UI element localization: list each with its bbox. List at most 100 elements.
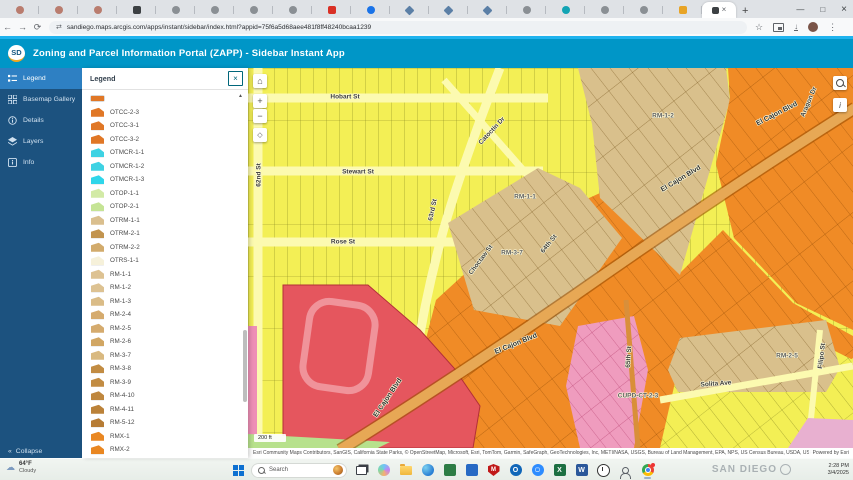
forward-button[interactable]: →: [15, 22, 30, 32]
sidebar-item-layers[interactable]: Layers: [0, 131, 82, 152]
powered-by-esri: Powered by Esri: [809, 448, 853, 458]
copilot-icon: [378, 464, 390, 476]
task-view-button[interactable]: [354, 463, 369, 478]
picture-in-picture-icon[interactable]: [773, 23, 784, 32]
person-app-button[interactable]: [618, 463, 633, 478]
window-close-button[interactable]: ×: [841, 4, 847, 15]
sidebar-item-legend[interactable]: Legend: [0, 68, 82, 89]
app-header: SD Zoning and Parcel Information Portal …: [0, 39, 853, 68]
legend-scrollbar[interactable]: [243, 330, 247, 402]
browser-tab-strip: × + — □ ×: [0, 0, 853, 18]
browser-tab[interactable]: [312, 2, 351, 18]
app-button-blue[interactable]: [464, 463, 479, 478]
sidebar-item-basemap-gallery[interactable]: Basemap Gallery: [0, 89, 82, 110]
legend-swatch: [91, 324, 104, 333]
clock-app-button[interactable]: [596, 463, 611, 478]
notification-badge: [651, 463, 655, 467]
street-label: 62nd St: [256, 163, 263, 186]
taskbar-clock[interactable]: 2:28 PM 3/4/2025: [828, 463, 849, 477]
sidebar-item-info[interactable]: Info: [0, 152, 82, 173]
mcafee-button[interactable]: M: [486, 463, 501, 478]
weather-widget[interactable]: ☁ 64°F Cloudy: [6, 461, 36, 474]
legend-item: OTMCR-1-1: [91, 146, 248, 160]
browser-tab[interactable]: [663, 2, 702, 18]
zoom-button[interactable]: ▢: [530, 463, 545, 478]
legend-swatch: [91, 337, 104, 346]
zone-label: RM-2-5: [776, 353, 798, 360]
browser-tab[interactable]: [585, 2, 624, 18]
browser-tab[interactable]: [351, 2, 390, 18]
sidebar-collapse-button[interactable]: « Collapse: [8, 448, 42, 455]
tab-favicon-icon: [679, 6, 687, 14]
browser-tab[interactable]: [234, 2, 273, 18]
map-search-button[interactable]: [833, 76, 847, 90]
app-button-green[interactable]: [442, 463, 457, 478]
browser-tab[interactable]: [39, 2, 78, 18]
address-bar[interactable]: ⇄ sandiego.maps.arcgis.com/apps/instant/…: [49, 21, 747, 34]
browser-tab[interactable]: [273, 2, 312, 18]
zoom-out-button[interactable]: −: [253, 109, 267, 123]
clock-time: 2:28 PM: [828, 463, 849, 470]
browser-tab[interactable]: [624, 2, 663, 18]
browser-tab[interactable]: [78, 2, 117, 18]
legend-swatch: [91, 351, 104, 360]
start-button[interactable]: [233, 465, 244, 476]
browser-tab[interactable]: [507, 2, 546, 18]
word-button[interactable]: W: [574, 463, 589, 478]
legend-item-list: OTCC-2-3 OTCC-3-1 OTCC-3-2 OTMCR-1-1 OTM…: [82, 92, 248, 458]
zoom-in-button[interactable]: +: [253, 94, 267, 108]
tab-favicon-icon: [405, 5, 415, 15]
window-minimize-button[interactable]: —: [796, 5, 804, 14]
profile-avatar[interactable]: [808, 22, 818, 32]
close-tab-icon[interactable]: ×: [722, 6, 727, 14]
search-highlight-image[interactable]: [333, 465, 343, 475]
browser-menu-icon[interactable]: ⋮: [828, 23, 837, 32]
home-extent-button[interactable]: ⌂: [253, 74, 267, 88]
edge-button[interactable]: [420, 463, 435, 478]
excel-button[interactable]: X: [552, 463, 567, 478]
browser-tab[interactable]: [156, 2, 195, 18]
legend-item: RM-3-8: [91, 362, 248, 376]
download-icon[interactable]: ↓: [794, 23, 798, 31]
legend-swatch: [91, 216, 104, 225]
locate-button[interactable]: ◇: [253, 128, 267, 142]
map-info-button[interactable]: i: [833, 98, 847, 112]
legend-item-label: RM-3-7: [110, 352, 131, 359]
browser-tab[interactable]: [195, 2, 234, 18]
mcafee-shield-icon: M: [488, 464, 500, 476]
taskbar-search-box[interactable]: Search: [251, 463, 347, 478]
sidebar-item-label: Info: [23, 159, 34, 166]
map-canvas[interactable]: Hobart St Stewart St Rose St 62nd St 63r…: [248, 68, 853, 458]
weather-temp: 64°F: [19, 461, 36, 468]
browser-tab[interactable]: [117, 2, 156, 18]
outlook-button[interactable]: O: [508, 463, 523, 478]
zone-label: RM-1-2: [652, 113, 674, 120]
chrome-button[interactable]: [640, 463, 655, 478]
legend-swatch: [91, 148, 104, 157]
back-button[interactable]: ←: [0, 22, 15, 32]
legend-close-button[interactable]: ×: [228, 71, 243, 86]
tab-favicon-icon: [601, 6, 609, 14]
street-label: Stewart St: [342, 169, 374, 176]
reload-button[interactable]: ⟳: [30, 22, 45, 33]
cloud-icon: ☁: [6, 462, 15, 473]
browser-tab[interactable]: [546, 2, 585, 18]
browser-tab[interactable]: [429, 2, 468, 18]
bookmark-star-icon[interactable]: ☆: [755, 23, 763, 32]
tab-favicon-icon: [367, 6, 375, 14]
copilot-button[interactable]: [376, 463, 391, 478]
legend-swatch: [91, 256, 104, 265]
zone-label: RM-1-1: [514, 194, 536, 201]
sidebar-item-details[interactable]: Details: [0, 110, 82, 131]
legend-swatch: [91, 108, 104, 117]
active-tab[interactable]: ×: [702, 2, 736, 18]
window-maximize-button[interactable]: □: [820, 5, 825, 14]
browser-tab[interactable]: [0, 2, 39, 18]
legend-item-label: RMX-1: [110, 433, 130, 440]
browser-tab[interactable]: [390, 2, 429, 18]
site-settings-icon[interactable]: ⇄: [56, 23, 62, 31]
browser-tab[interactable]: [468, 2, 507, 18]
legend-swatch: [91, 297, 104, 306]
new-tab-button[interactable]: +: [742, 4, 748, 18]
file-explorer-button[interactable]: [398, 463, 413, 478]
